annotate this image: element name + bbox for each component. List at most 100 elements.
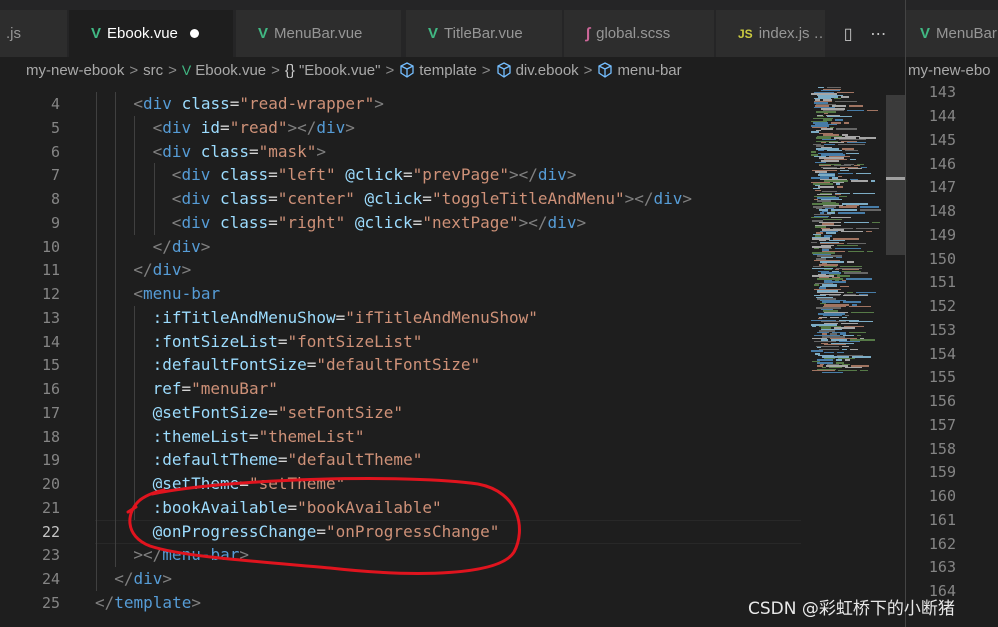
scss-file-icon: ∫ — [586, 25, 591, 42]
minimap-line — [838, 172, 853, 175]
code-token: = — [403, 165, 413, 185]
breadcrumb-div[interactable]: div.ebook — [496, 62, 579, 79]
minimap-line — [821, 128, 833, 130]
breadcrumb-component[interactable]: {} "Ebook.vue" — [285, 62, 381, 79]
code-line[interactable]: @setFontSize="setFontSize" — [153, 401, 403, 425]
breadcrumb-template[interactable]: template — [399, 62, 477, 79]
right-breadcrumb[interactable]: my-new-ebo — [906, 57, 998, 83]
code-line[interactable]: :fontSizeList="fontSizeList" — [153, 330, 423, 354]
minimap-line — [860, 206, 879, 208]
minimap-line — [818, 186, 834, 188]
code-token: < — [133, 94, 144, 113]
code-token: > — [162, 569, 172, 588]
code-token: = — [248, 141, 259, 161]
code-token: = — [335, 307, 346, 327]
code-token: > — [181, 260, 192, 280]
code-token: @click — [364, 189, 423, 208]
line-number: 143 — [928, 83, 956, 102]
code-area[interactable]: <div class="read-wrapper"> <div id="read"… — [95, 83, 805, 627]
minimap-line — [842, 316, 847, 318]
code-line[interactable]: <div class="left" @click="prevPage"></di… — [172, 163, 577, 187]
code-line[interactable]: :defaultFontSize="defaultFontSize" — [153, 353, 481, 377]
tab-menubar-right[interactable]: V MenuBar — [906, 10, 998, 57]
code-line[interactable]: </div> — [114, 567, 172, 591]
code-token: > — [374, 94, 384, 113]
scrollbar-thumb[interactable] — [886, 95, 905, 255]
code-token: "setTheme" — [248, 474, 346, 493]
line-number: 7 — [50, 166, 60, 185]
minimap-line — [872, 221, 880, 224]
breadcrumb-project[interactable]: my-new-ebook — [26, 62, 124, 79]
breadcrumb-file[interactable]: V Ebook.vue — [182, 62, 266, 79]
code-line[interactable]: <div class="center" @click="toggleTitleA… — [172, 187, 692, 211]
line-number: 145 — [928, 130, 956, 149]
minimap-line — [824, 351, 834, 354]
code-line[interactable]: <div class="right" @click="nextPage"></d… — [172, 211, 586, 235]
code-line[interactable]: :ifTitleAndMenuShow="ifTitleAndMenuShow" — [153, 306, 538, 330]
line-number: 151 — [928, 273, 956, 292]
code-token: "menuBar" — [191, 379, 278, 398]
code-line[interactable]: <div class="mask"> — [153, 140, 326, 164]
code-token: :bookAvailable — [152, 497, 288, 517]
more-actions-icon[interactable]: ⋯ — [870, 24, 886, 44]
minimap-line — [847, 261, 854, 263]
minimap-line — [841, 230, 863, 233]
minimap-line — [845, 359, 850, 361]
code-line[interactable]: </div> — [153, 235, 211, 259]
code-line[interactable]: ref="menuBar" — [153, 377, 278, 401]
vertical-scrollbar[interactable] — [886, 83, 905, 627]
tab-js[interactable]: .js — [0, 10, 68, 57]
code-line[interactable]: </template> — [95, 591, 201, 615]
code-token: :ifTitleAndMenuShow — [152, 307, 336, 327]
right-code-editor[interactable]: 143 144 145 146 147 148 149 150 151 152 153 154 155 1… — [906, 83, 998, 627]
editor-actions: ▯ ⋯ — [826, 10, 904, 57]
code-token: > — [682, 189, 693, 208]
minimap-line — [867, 250, 873, 253]
code-line[interactable]: <div id="read"></div> — [153, 116, 355, 140]
code-token: = — [220, 117, 230, 137]
breadcrumb-folder[interactable]: src — [143, 62, 163, 79]
braces-icon: {} — [284, 61, 295, 79]
minimap-line — [845, 366, 862, 369]
minimap-line — [826, 232, 836, 234]
line-number: 20 — [41, 475, 60, 493]
tab-titlebar-vue[interactable]: V TitleBar.vue — [406, 10, 563, 57]
code-line[interactable]: :bookAvailable="bookAvailable" — [153, 496, 442, 520]
unsaved-dot-icon[interactable] — [189, 29, 199, 38]
tab-menubar-vue[interactable]: V MenuBar.vue — [236, 10, 402, 57]
code-line[interactable]: <menu-bar — [133, 282, 220, 306]
minimap-line — [836, 183, 840, 185]
code-token: div — [143, 94, 172, 113]
code-line[interactable]: :defaultTheme="defaultTheme" — [153, 448, 423, 472]
line-number: 11 — [41, 261, 60, 280]
tab-label: Ebook.vue — [107, 25, 178, 42]
code-token: "defaultFontSize" — [316, 355, 481, 375]
code-token: @setTheme — [152, 474, 240, 493]
code-line[interactable]: @setTheme="setTheme" — [153, 472, 346, 496]
code-token: </ — [133, 260, 153, 280]
code-token: = — [422, 189, 432, 208]
code-token: < — [152, 117, 163, 137]
breadcrumb-separator: > — [583, 61, 593, 79]
code-token: "mask" — [258, 141, 317, 161]
split-editor-icon[interactable]: ▯ — [844, 24, 853, 44]
tab-index-js[interactable]: JS index.js… — [716, 10, 826, 57]
tab-global-scss[interactable]: ∫ global.scss — [564, 10, 715, 57]
breadcrumb-menubar[interactable]: menu-bar — [597, 62, 682, 79]
code-line[interactable]: ></menu-bar> — [133, 543, 249, 567]
tab-ebook-vue[interactable]: V Ebook.vue — [69, 10, 234, 57]
line-number: 144 — [928, 107, 956, 125]
csdn-watermark: CSDN @彩虹桥下的小断猪 — [748, 599, 955, 619]
code-token: "right" — [277, 212, 346, 232]
code-editor[interactable]: 4 5 6 7 8 9 10 11 12 13 14 15 16 17 18 19 20 21 22 23 24 25 <… — [0, 83, 905, 627]
breadcrumb-separator: > — [481, 61, 491, 79]
code-line[interactable]: @onProgressChange="onProgressChange" — [153, 520, 500, 544]
code-line[interactable]: :themeList="themeList" — [153, 425, 365, 449]
code-token: div — [537, 165, 567, 185]
code-token: = — [229, 94, 240, 113]
code-line[interactable]: </div> — [133, 258, 191, 282]
code-token: ref — [152, 379, 182, 398]
code-line[interactable]: <div class="read-wrapper"> — [133, 92, 384, 116]
